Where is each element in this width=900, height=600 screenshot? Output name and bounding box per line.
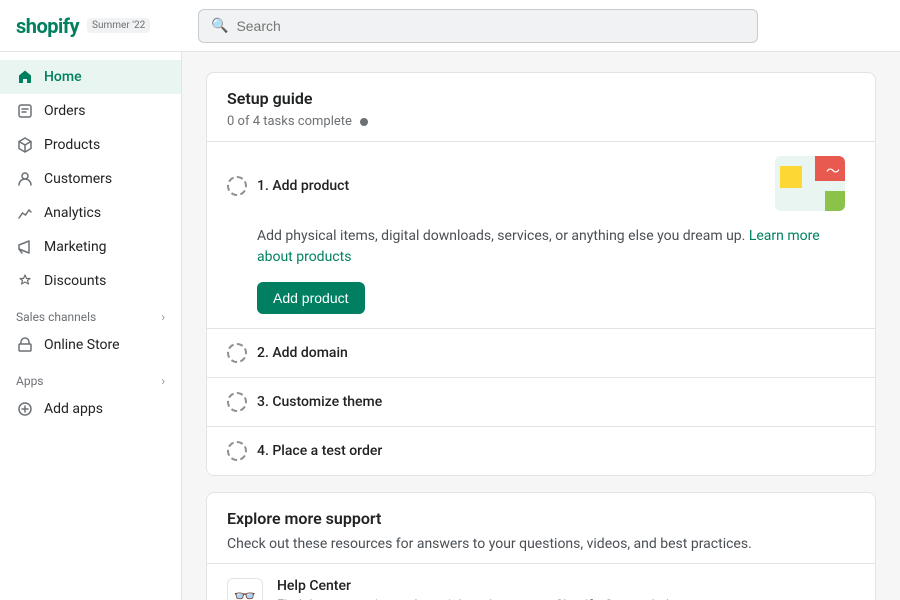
sidebar-item-orders[interactable]: Orders	[0, 94, 181, 128]
apps-chevron-icon: ›	[161, 374, 165, 388]
task-test-order-header: 4. Place a test order	[227, 441, 855, 461]
sidebar-item-marketing[interactable]: Marketing	[0, 230, 181, 264]
task-2-title: 2. Add domain	[257, 345, 348, 361]
main-layout: Home Orders Products	[0, 52, 900, 600]
discounts-icon	[16, 272, 34, 290]
task-customize-theme[interactable]: 3. Customize theme	[207, 378, 875, 427]
support-description: Check out these resources for answers to…	[227, 534, 855, 555]
sidebar-item-online-store[interactable]: Online Store	[0, 328, 181, 362]
setup-guide-card: Setup guide 0 of 4 tasks complete 1. Add…	[206, 72, 876, 476]
sales-channels-chevron-icon: ›	[161, 310, 165, 324]
help-center-title: Help Center	[277, 578, 697, 594]
sidebar-item-marketing-label: Marketing	[44, 239, 107, 255]
sidebar-item-home[interactable]: Home	[0, 60, 181, 94]
home-icon	[16, 68, 34, 86]
logo-text: shopify	[16, 14, 79, 38]
progress-row: 0 of 4 tasks complete	[227, 114, 855, 129]
sidebar-item-products-label: Products	[44, 137, 100, 153]
sidebar-item-orders-label: Orders	[44, 103, 86, 119]
setup-guide-title: Setup guide	[227, 89, 855, 108]
glasses-icon: 👓	[227, 578, 263, 600]
marketing-icon	[16, 238, 34, 256]
sidebar-item-add-apps-label: Add apps	[44, 401, 103, 417]
sidebar-item-home-label: Home	[44, 69, 82, 85]
img-red-block: 〜	[815, 156, 845, 181]
add-product-button[interactable]: Add product	[257, 282, 365, 314]
task-1-title: 1. Add product	[257, 178, 349, 194]
task-4-title: 4. Place a test order	[257, 443, 382, 459]
sales-channels-label: Sales channels	[16, 310, 96, 324]
orders-icon	[16, 102, 34, 120]
logo-badge: Summer '22	[87, 18, 150, 33]
search-input[interactable]	[236, 18, 745, 34]
progress-dot	[360, 118, 368, 126]
support-item-help-center-text: Help Center Find documentation and tutor…	[277, 578, 697, 600]
sidebar-item-analytics-label: Analytics	[44, 205, 101, 221]
sidebar-item-online-store-label: Online Store	[44, 337, 120, 353]
support-title: Explore more support	[227, 509, 855, 528]
customers-icon	[16, 170, 34, 188]
sidebar-item-discounts[interactable]: Discounts	[0, 264, 181, 298]
sidebar-item-customers[interactable]: Customers	[0, 162, 181, 196]
sidebar-item-products[interactable]: Products	[0, 128, 181, 162]
support-item-help-center[interactable]: 👓 Help Center Find documentation and tut…	[207, 563, 875, 600]
task-circle-3	[227, 392, 247, 412]
sidebar-item-analytics[interactable]: Analytics	[0, 196, 181, 230]
analytics-icon	[16, 204, 34, 222]
img-yellow-block	[780, 166, 802, 188]
search-icon: 🔍	[211, 18, 228, 34]
sidebar-item-discounts-label: Discounts	[44, 273, 106, 289]
search-bar[interactable]: 🔍	[198, 9, 758, 43]
task-circle-4	[227, 441, 247, 461]
sidebar-item-customers-label: Customers	[44, 171, 112, 187]
task-add-domain[interactable]: 2. Add domain	[207, 329, 875, 378]
progress-text: 0 of 4 tasks complete	[227, 114, 352, 129]
logo-area: shopify Summer '22	[16, 14, 198, 38]
sidebar: Home Orders Products	[0, 52, 182, 600]
header: shopify Summer '22 🔍	[0, 0, 900, 52]
task-add-product-header: 1. Add product 〜	[227, 156, 855, 216]
task-1-image: 〜	[775, 156, 855, 216]
task-1-description: Add physical items, digital downloads, s…	[257, 226, 855, 268]
main-content: Setup guide 0 of 4 tasks complete 1. Add…	[182, 52, 900, 600]
img-green-block	[825, 191, 845, 211]
task-3-title: 3. Customize theme	[257, 394, 382, 410]
task-circle-1	[227, 176, 247, 196]
support-card: Explore more support Check out these res…	[206, 492, 876, 600]
plus-icon	[16, 400, 34, 418]
sidebar-section-apps[interactable]: Apps ›	[0, 362, 181, 392]
sidebar-item-add-apps[interactable]: Add apps	[0, 392, 181, 426]
wavy-icon: 〜	[826, 161, 840, 181]
task-customize-theme-header: 3. Customize theme	[227, 392, 855, 412]
task-circle-2	[227, 343, 247, 363]
store-icon	[16, 336, 34, 354]
task-add-product[interactable]: 1. Add product 〜	[207, 142, 875, 329]
task-1-content: Add physical items, digital downloads, s…	[257, 226, 855, 314]
sidebar-section-sales-channels[interactable]: Sales channels ›	[0, 298, 181, 328]
task-add-domain-header: 2. Add domain	[227, 343, 855, 363]
task-test-order[interactable]: 4. Place a test order	[207, 427, 875, 475]
apps-label: Apps	[16, 374, 44, 388]
setup-guide-header: Setup guide 0 of 4 tasks complete	[207, 73, 875, 142]
products-icon	[16, 136, 34, 154]
support-header: Explore more support Check out these res…	[207, 493, 875, 563]
